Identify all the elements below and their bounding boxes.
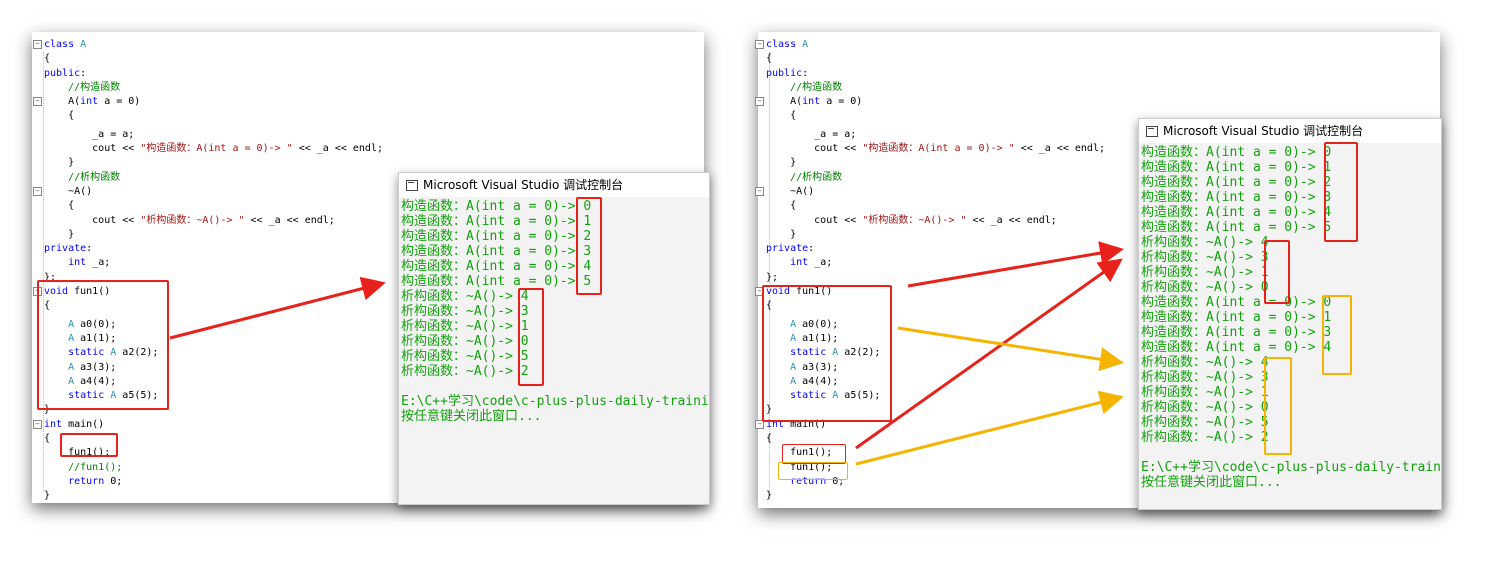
left-arrow: [169, 276, 386, 340]
right-arrow-fun1-orange: [897, 326, 1124, 372]
right-arrow-fun1-red: [907, 241, 1124, 288]
annotation-arrows: [169, 241, 1124, 466]
right-arrow-call-orange: [855, 390, 1124, 466]
